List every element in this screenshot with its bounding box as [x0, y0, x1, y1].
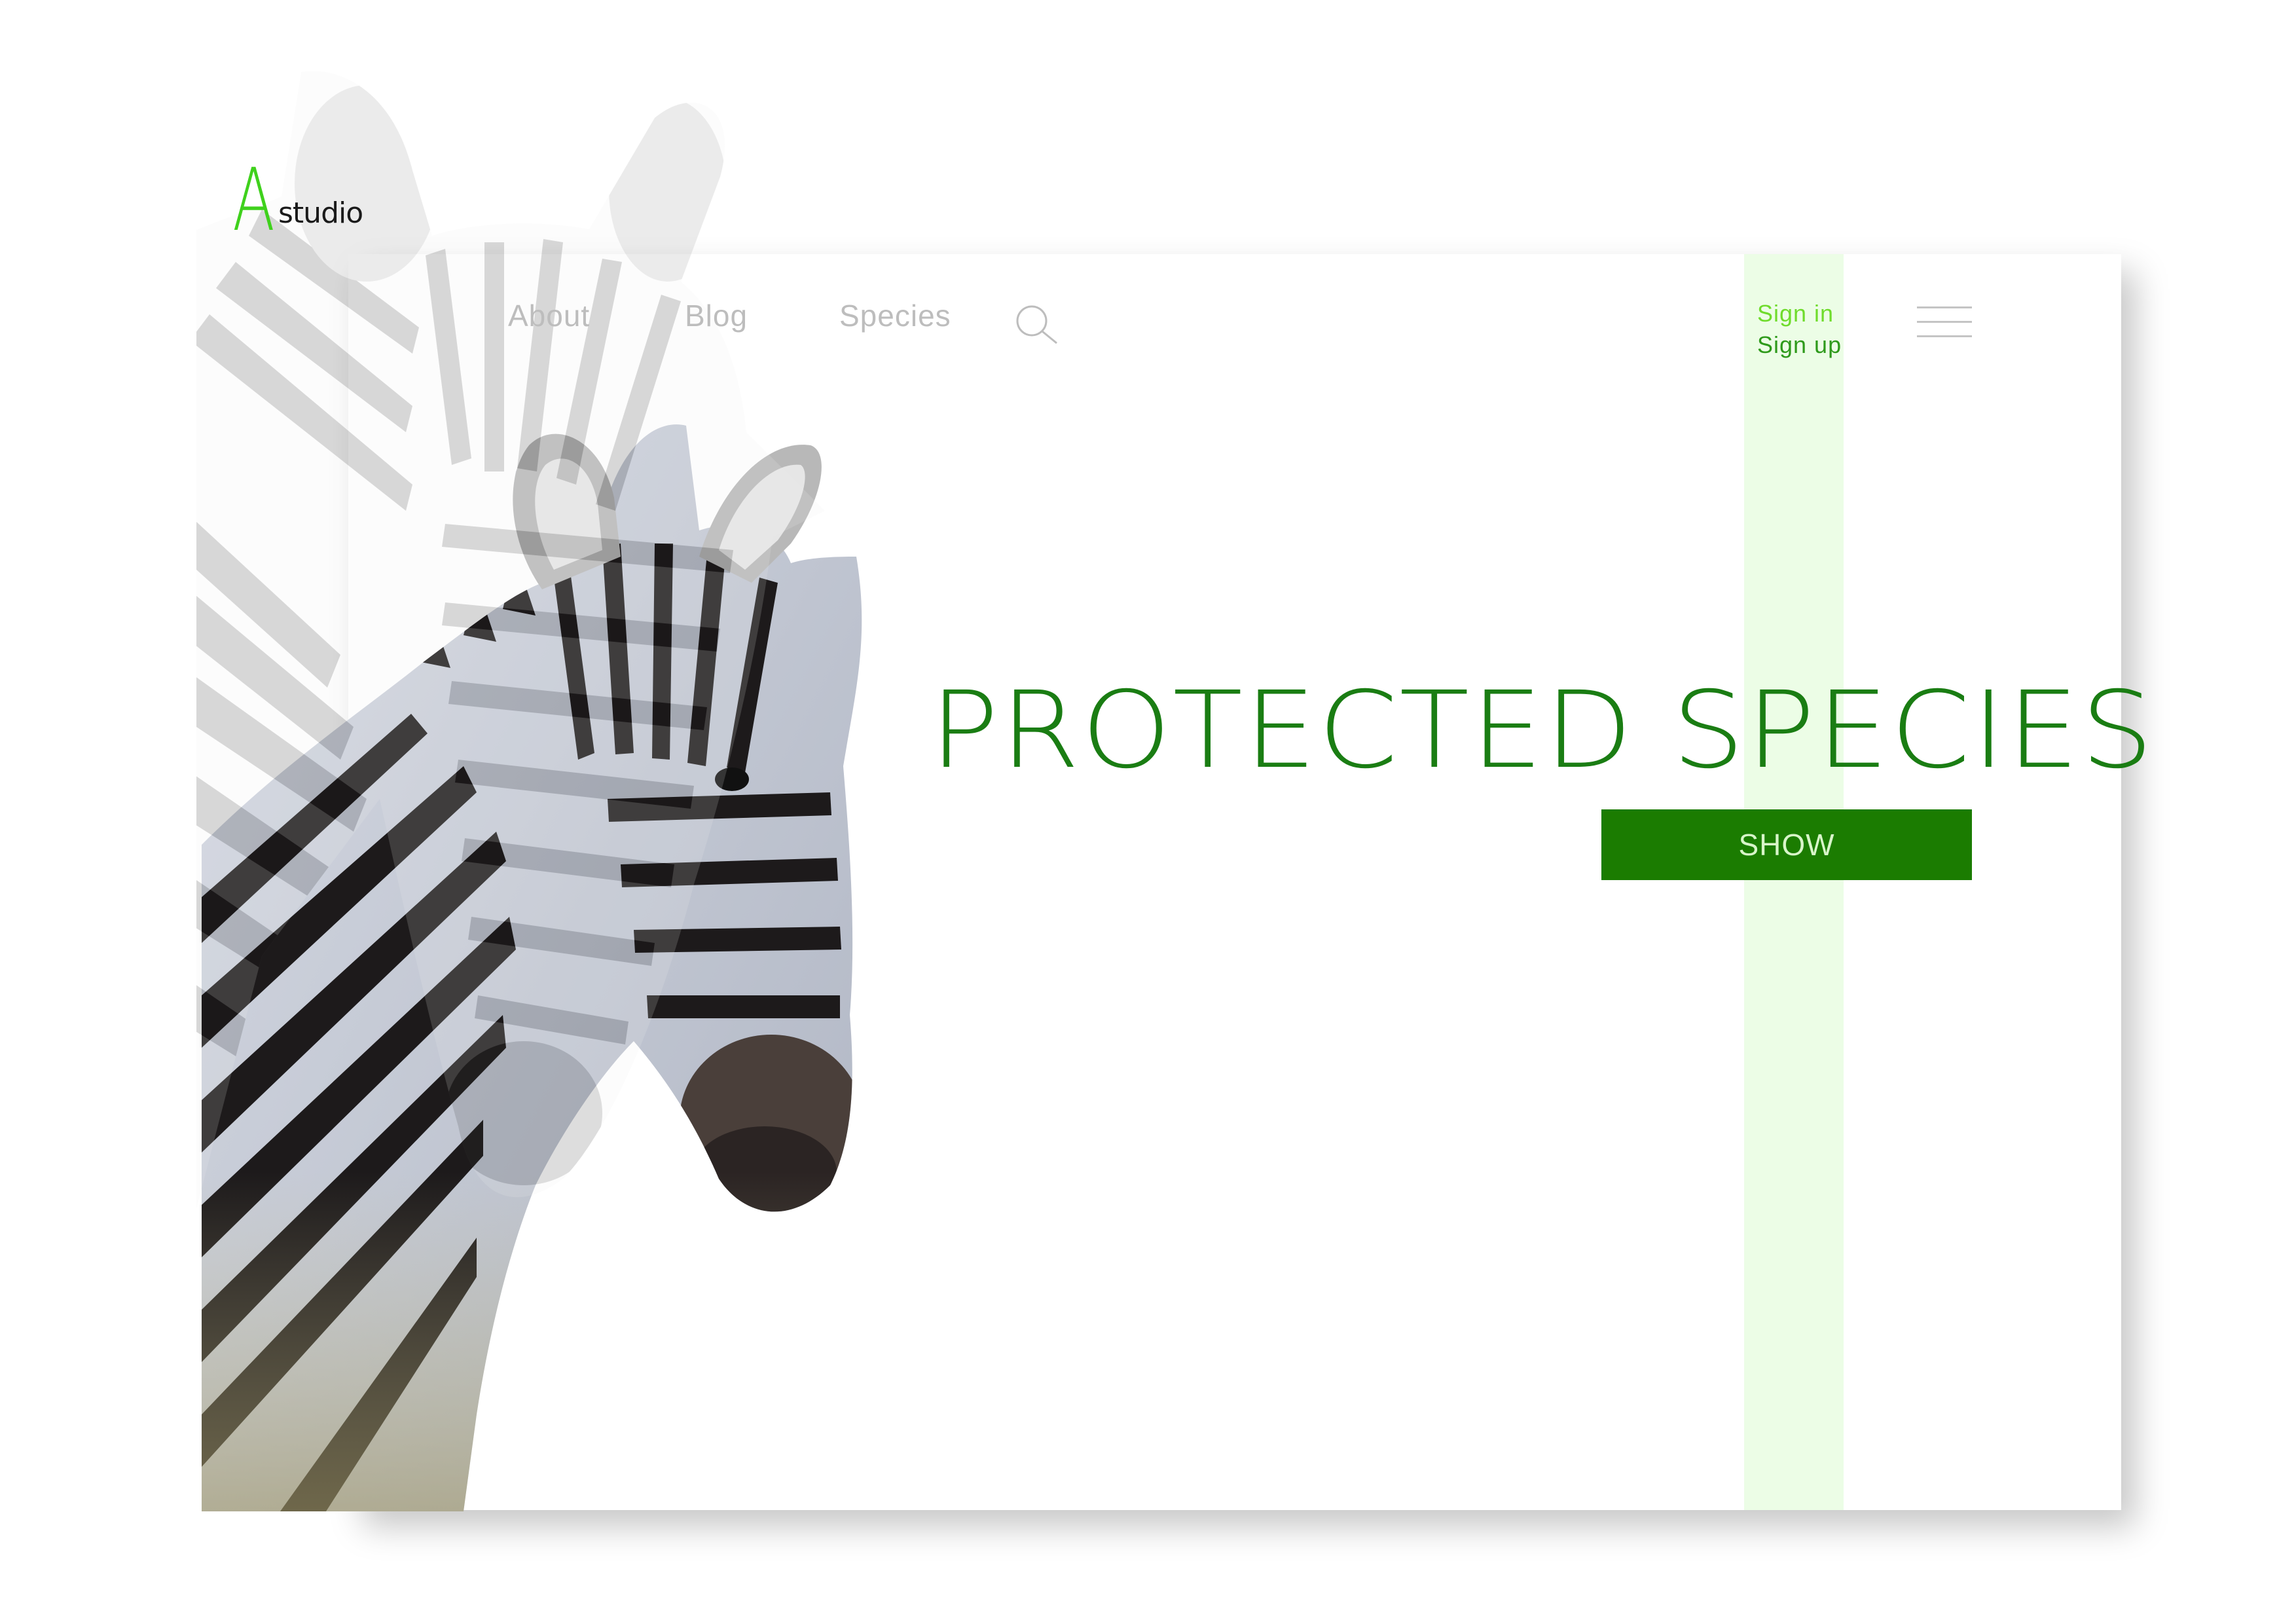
hero-title: PROTECTED SPECIES — [930, 669, 2155, 792]
sign-in-link[interactable]: Sign in — [1757, 300, 1834, 327]
logo-word: studio — [278, 196, 363, 230]
show-button[interactable]: SHOW — [1601, 809, 1972, 880]
zebra-photo — [202, 424, 862, 1511]
hamburger-menu-icon[interactable] — [1917, 306, 1972, 341]
nav-blog[interactable]: Blog — [685, 298, 748, 333]
studio-logo[interactable]: A studio — [232, 157, 390, 244]
search-icon[interactable] — [1013, 303, 1059, 348]
logo-letter: A — [232, 150, 276, 251]
sign-up-link[interactable]: Sign up — [1757, 331, 1842, 359]
nav-about[interactable]: About — [508, 298, 590, 333]
nav-species[interactable]: Species — [839, 298, 951, 333]
green-highlight-stripe — [1744, 254, 1844, 1510]
page-canvas: A studio About Blog Species Sign in Sign… — [0, 0, 2296, 1624]
